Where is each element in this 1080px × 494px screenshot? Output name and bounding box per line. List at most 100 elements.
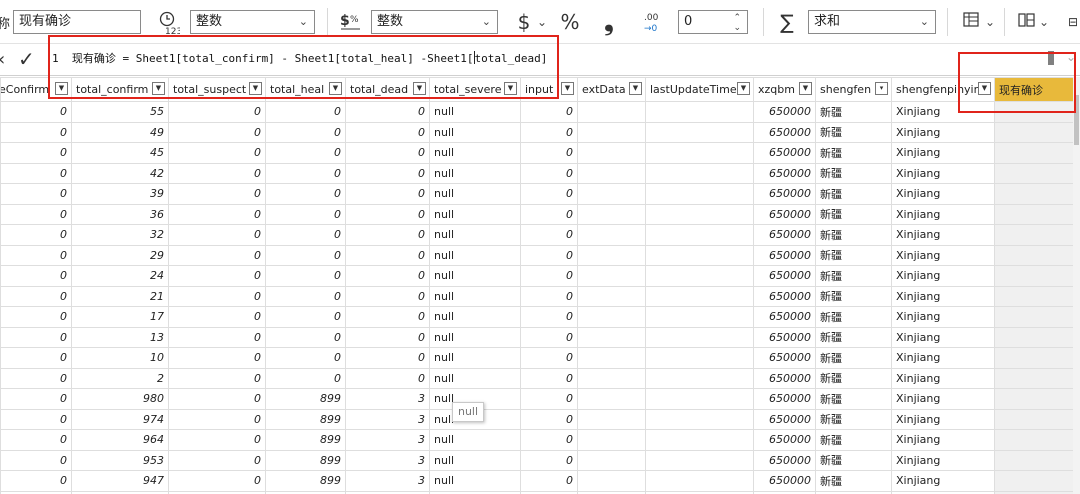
- table-cell[interactable]: 24: [994, 265, 1073, 287]
- table-cell[interactable]: 32: [71, 224, 169, 246]
- commit-check-icon[interactable]: ✓: [18, 47, 35, 71]
- table-cell[interactable]: 650000: [753, 347, 816, 369]
- table-cell[interactable]: 0: [168, 285, 266, 307]
- table-cell[interactable]: 650000: [753, 203, 816, 225]
- table-cell[interactable]: 0: [345, 224, 430, 246]
- overflow-icon[interactable]: ⊟: [1066, 10, 1080, 34]
- table-cell[interactable]: 0: [345, 203, 430, 225]
- table-cell[interactable]: 899: [265, 449, 346, 471]
- table-cell[interactable]: 650000: [753, 470, 816, 492]
- table-cell[interactable]: 3: [345, 408, 430, 430]
- table-row[interactable]: 032000null0650000新疆Xinjiang32: [0, 224, 1073, 246]
- table-cell[interactable]: Xinjiang: [891, 306, 995, 328]
- table-cell[interactable]: 0: [265, 367, 346, 389]
- table-cell[interactable]: [645, 429, 754, 451]
- table-cell[interactable]: 0: [0, 183, 72, 205]
- table-cell[interactable]: 0: [168, 142, 266, 164]
- column-header[interactable]: eConfirm ▼: [0, 77, 72, 102]
- table-cell[interactable]: Xinjiang: [891, 285, 995, 307]
- table-cell[interactable]: [577, 347, 646, 369]
- table-cell[interactable]: 0: [168, 203, 266, 225]
- table-cell[interactable]: [577, 244, 646, 266]
- table-cell[interactable]: 0: [520, 203, 578, 225]
- table-cell[interactable]: 953: [71, 449, 169, 471]
- table-cell[interactable]: 13: [994, 326, 1073, 348]
- scrollbar-thumb[interactable]: [1074, 95, 1079, 145]
- table-cell[interactable]: 0: [520, 183, 578, 205]
- table-cell[interactable]: 0: [168, 121, 266, 143]
- table-cell[interactable]: Xinjiang: [891, 203, 995, 225]
- table-row[interactable]: 039000null0650000新疆Xinjiang39: [0, 183, 1073, 205]
- data-category-icon[interactable]: [960, 10, 984, 34]
- column-name-input[interactable]: 现有确诊: [13, 10, 141, 34]
- column-header[interactable]: extData ▼: [577, 77, 646, 102]
- table-cell[interactable]: 974: [71, 408, 169, 430]
- filter-dropdown-icon[interactable]: ▼: [152, 82, 165, 95]
- column-header[interactable]: total_dead ▼: [345, 77, 430, 102]
- table-cell[interactable]: 650000: [753, 121, 816, 143]
- table-cell[interactable]: null: [429, 449, 521, 471]
- filter-dropdown-icon[interactable]: ▼: [737, 82, 750, 95]
- table-cell[interactable]: null: [429, 285, 521, 307]
- filter-active-icon[interactable]: ▾: [875, 82, 888, 95]
- table-cell[interactable]: [645, 101, 754, 123]
- table-cell[interactable]: [645, 142, 754, 164]
- table-cell[interactable]: [577, 285, 646, 307]
- table-cell[interactable]: 0: [520, 429, 578, 451]
- table-cell[interactable]: [577, 306, 646, 328]
- table-cell[interactable]: 3: [345, 470, 430, 492]
- table-cell[interactable]: Xinjiang: [891, 326, 995, 348]
- table-cell[interactable]: 17: [994, 306, 1073, 328]
- table-cell[interactable]: 29: [994, 244, 1073, 266]
- table-cell[interactable]: Xinjiang: [891, 470, 995, 492]
- table-cell[interactable]: 45: [994, 142, 1073, 164]
- table-cell[interactable]: 0: [0, 142, 72, 164]
- table-cell[interactable]: null: [429, 367, 521, 389]
- table-cell[interactable]: null: [429, 142, 521, 164]
- table-cell[interactable]: 2: [71, 367, 169, 389]
- table-row[interactable]: 036000null0650000新疆Xinjiang36: [0, 203, 1073, 225]
- table-cell[interactable]: 0: [265, 265, 346, 287]
- table-cell[interactable]: 13: [71, 326, 169, 348]
- table-cell[interactable]: Xinjiang: [891, 142, 995, 164]
- table-cell[interactable]: 0: [520, 470, 578, 492]
- table-cell[interactable]: 650000: [753, 101, 816, 123]
- table-cell[interactable]: 新疆: [815, 224, 892, 246]
- table-row[interactable]: 029000null0650000新疆Xinjiang29: [0, 244, 1073, 266]
- table-cell[interactable]: 0: [168, 224, 266, 246]
- table-cell[interactable]: [577, 162, 646, 184]
- table-cell[interactable]: null: [429, 326, 521, 348]
- table-cell[interactable]: Xinjiang: [891, 408, 995, 430]
- table-cell[interactable]: 42: [71, 162, 169, 184]
- table-cell[interactable]: [577, 265, 646, 287]
- column-header[interactable]: shengfenpinyin ▼: [891, 77, 995, 102]
- table-cell[interactable]: Xinjiang: [891, 367, 995, 389]
- table-cell[interactable]: 新疆: [815, 347, 892, 369]
- table-cell[interactable]: 0: [520, 367, 578, 389]
- table-cell[interactable]: 新疆: [815, 408, 892, 430]
- table-cell[interactable]: 650000: [753, 265, 816, 287]
- chevron-down-icon[interactable]: ⌄: [536, 10, 548, 34]
- filter-dropdown-icon[interactable]: ▼: [799, 82, 812, 95]
- table-cell[interactable]: 964: [71, 429, 169, 451]
- table-cell[interactable]: 新疆: [815, 367, 892, 389]
- table-cell[interactable]: 0: [0, 224, 72, 246]
- table-cell[interactable]: 0: [0, 101, 72, 123]
- table-cell[interactable]: 新疆: [815, 449, 892, 471]
- table-cell[interactable]: 72: [994, 408, 1073, 430]
- table-cell[interactable]: 55: [71, 101, 169, 123]
- table-cell[interactable]: 新疆: [815, 183, 892, 205]
- table-row[interactable]: 055000null0650000新疆Xinjiang55: [0, 101, 1073, 123]
- table-cell[interactable]: 0: [520, 244, 578, 266]
- table-cell[interactable]: 0: [168, 244, 266, 266]
- decimal-icon[interactable]: .00 →0: [640, 10, 664, 34]
- table-cell[interactable]: [645, 224, 754, 246]
- vertical-scrollbar[interactable]: [1073, 77, 1080, 494]
- table-cell[interactable]: 49: [994, 121, 1073, 143]
- table-cell[interactable]: 0: [0, 388, 72, 410]
- table-cell[interactable]: 0: [168, 388, 266, 410]
- filter-dropdown-icon[interactable]: ▼: [561, 82, 574, 95]
- table-cell[interactable]: [645, 367, 754, 389]
- table-cell[interactable]: 45: [994, 470, 1073, 492]
- column-header[interactable]: xzqbm ▼: [753, 77, 816, 102]
